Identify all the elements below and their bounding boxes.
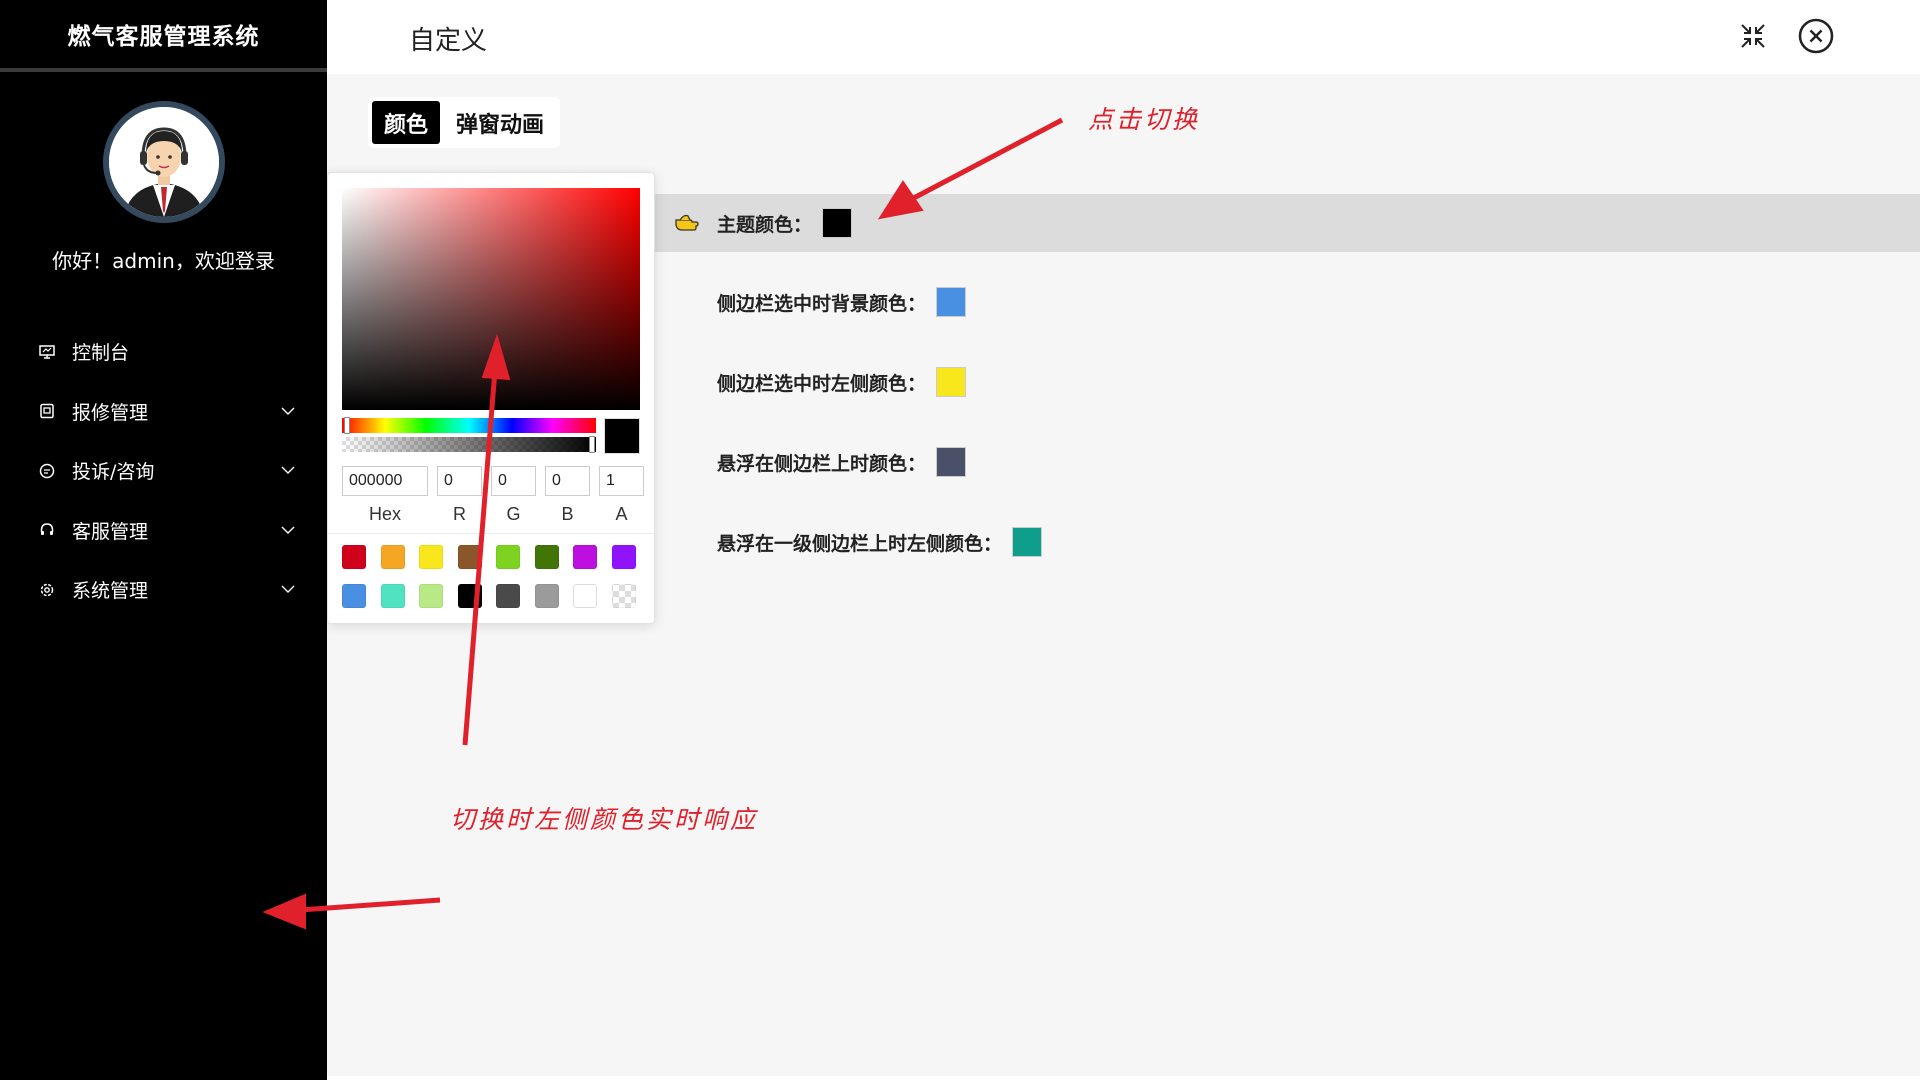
preset-color-swatch[interactable] xyxy=(380,545,405,569)
sidebar-menu: 控制台 报修管理 投诉/咨询 客服管理 系统管理 xyxy=(0,322,327,620)
page-header: 自定义 xyxy=(327,0,1920,74)
preset-color-swatch[interactable] xyxy=(457,545,482,569)
sidebar-item-label: 投诉/咨询 xyxy=(72,461,155,484)
avatar[interactable] xyxy=(103,101,225,223)
customize-tabs: 颜色 弹窗动画 xyxy=(368,97,561,148)
sidebar: 燃气客服管理系统 你好！admin，欢迎登录 控制台 报修管理 投诉/咨询 客服… xyxy=(0,0,327,1080)
preset-color-swatch[interactable] xyxy=(419,545,443,569)
sidebar-item-label: 客服管理 xyxy=(72,520,149,543)
page-title: 自定义 xyxy=(409,26,488,56)
preset-color-swatch[interactable] xyxy=(611,545,636,569)
setting-label: 侧边栏选中时背景颜色： xyxy=(717,292,927,315)
color-inputs: Hex R G B A xyxy=(342,466,644,525)
footer-strip xyxy=(327,1076,1920,1080)
sidebar-hover-swatch[interactable] xyxy=(936,447,967,477)
blue-label: B xyxy=(561,504,574,524)
theme-color-swatch[interactable] xyxy=(822,208,853,238)
setting-theme-color: 主题颜色： xyxy=(717,208,853,238)
chevron-down-icon xyxy=(277,466,299,475)
close-circle-icon[interactable] xyxy=(1798,18,1834,54)
sidebar-item-complaint[interactable]: 投诉/咨询 xyxy=(0,441,327,501)
preset-color-swatch[interactable] xyxy=(534,584,559,608)
sidebar-item-label: 系统管理 xyxy=(72,580,149,603)
color-picker-popup: Hex R G B A xyxy=(327,172,655,624)
sidebar-item-label: 报修管理 xyxy=(72,401,149,424)
repair-icon xyxy=(38,402,56,420)
setting-label: 悬浮在一级侧边栏上时左侧颜色： xyxy=(717,532,1003,555)
preset-color-swatch[interactable] xyxy=(534,545,559,569)
green-input[interactable] xyxy=(491,466,536,496)
preset-color-swatch[interactable] xyxy=(342,584,366,608)
user-greeting: 你好！admin，欢迎登录 xyxy=(52,249,275,273)
gear-icon xyxy=(38,581,56,599)
red-input[interactable] xyxy=(437,466,482,496)
chevron-down-icon xyxy=(277,526,299,535)
preset-color-swatch[interactable] xyxy=(342,545,366,569)
avatar-image xyxy=(109,107,219,217)
preset-color-swatch[interactable] xyxy=(496,584,520,608)
sidebar-item-service[interactable]: 客服管理 xyxy=(0,501,327,561)
sidebar-active-left-swatch[interactable] xyxy=(936,367,967,397)
preset-swatches xyxy=(342,545,646,608)
sidebar-item-dashboard[interactable]: 控制台 xyxy=(0,322,327,382)
app-brand: 燃气客服管理系统 xyxy=(0,0,327,72)
preset-color-swatch[interactable] xyxy=(380,584,405,608)
setting-label: 悬浮在侧边栏上时颜色： xyxy=(717,452,927,475)
setting-sidebar-active-left: 侧边栏选中时左侧颜色： xyxy=(717,367,967,397)
hue-slider[interactable] xyxy=(342,417,596,434)
setting-sidebar-hover: 悬浮在侧边栏上时颜色： xyxy=(717,447,967,477)
preset-color-swatch[interactable] xyxy=(573,545,597,569)
setting-label: 侧边栏选中时左侧颜色： xyxy=(717,372,927,395)
tab-color[interactable]: 颜色 xyxy=(372,101,441,144)
preset-color-swatch[interactable] xyxy=(457,584,482,608)
sidebar-active-bg-swatch[interactable] xyxy=(936,287,967,317)
alpha-slider-handle[interactable] xyxy=(589,436,595,453)
annotation-realtime: 切换时左侧颜色实时响应 xyxy=(450,805,759,834)
color-preview xyxy=(604,418,640,454)
setting-sidebar-active-bg: 侧边栏选中时背景颜色： xyxy=(717,287,967,317)
sidebar-hover-left-swatch[interactable] xyxy=(1012,527,1043,557)
annotation-click-switch: 点击切换 xyxy=(1088,105,1201,134)
picker-divider xyxy=(328,533,654,534)
hex-label: Hex xyxy=(368,504,401,524)
preset-color-swatch[interactable] xyxy=(496,545,520,569)
hue-slider-handle[interactable] xyxy=(344,417,350,434)
alpha-input[interactable] xyxy=(599,466,644,496)
setting-sidebar-hover-left: 悬浮在一级侧边栏上时左侧颜色： xyxy=(717,527,1043,557)
red-label: R xyxy=(453,504,466,524)
preset-color-swatch[interactable] xyxy=(419,584,443,608)
chevron-down-icon xyxy=(277,585,299,594)
alpha-slider[interactable] xyxy=(342,436,596,453)
blue-input[interactable] xyxy=(545,466,590,496)
setting-label: 主题颜色： xyxy=(717,213,813,236)
sidebar-item-repair[interactable]: 报修管理 xyxy=(0,382,327,442)
sidebar-item-system[interactable]: 系统管理 xyxy=(0,560,327,620)
pointing-hand-icon xyxy=(675,214,699,231)
chevron-down-icon xyxy=(277,407,299,416)
hex-input[interactable] xyxy=(342,466,428,496)
preset-color-swatch[interactable] xyxy=(611,584,636,608)
monitor-icon xyxy=(38,343,56,361)
tab-popup-animation[interactable]: 弹窗动画 xyxy=(444,101,556,144)
sidebar-item-label: 控制台 xyxy=(72,342,130,365)
chat-icon xyxy=(38,462,56,480)
shrink-icon[interactable] xyxy=(1735,18,1771,54)
headset-icon xyxy=(38,521,56,539)
alpha-label: A xyxy=(615,504,628,524)
preset-color-swatch[interactable] xyxy=(573,584,597,608)
green-label: G xyxy=(506,504,521,524)
saturation-panel[interactable] xyxy=(342,188,640,410)
